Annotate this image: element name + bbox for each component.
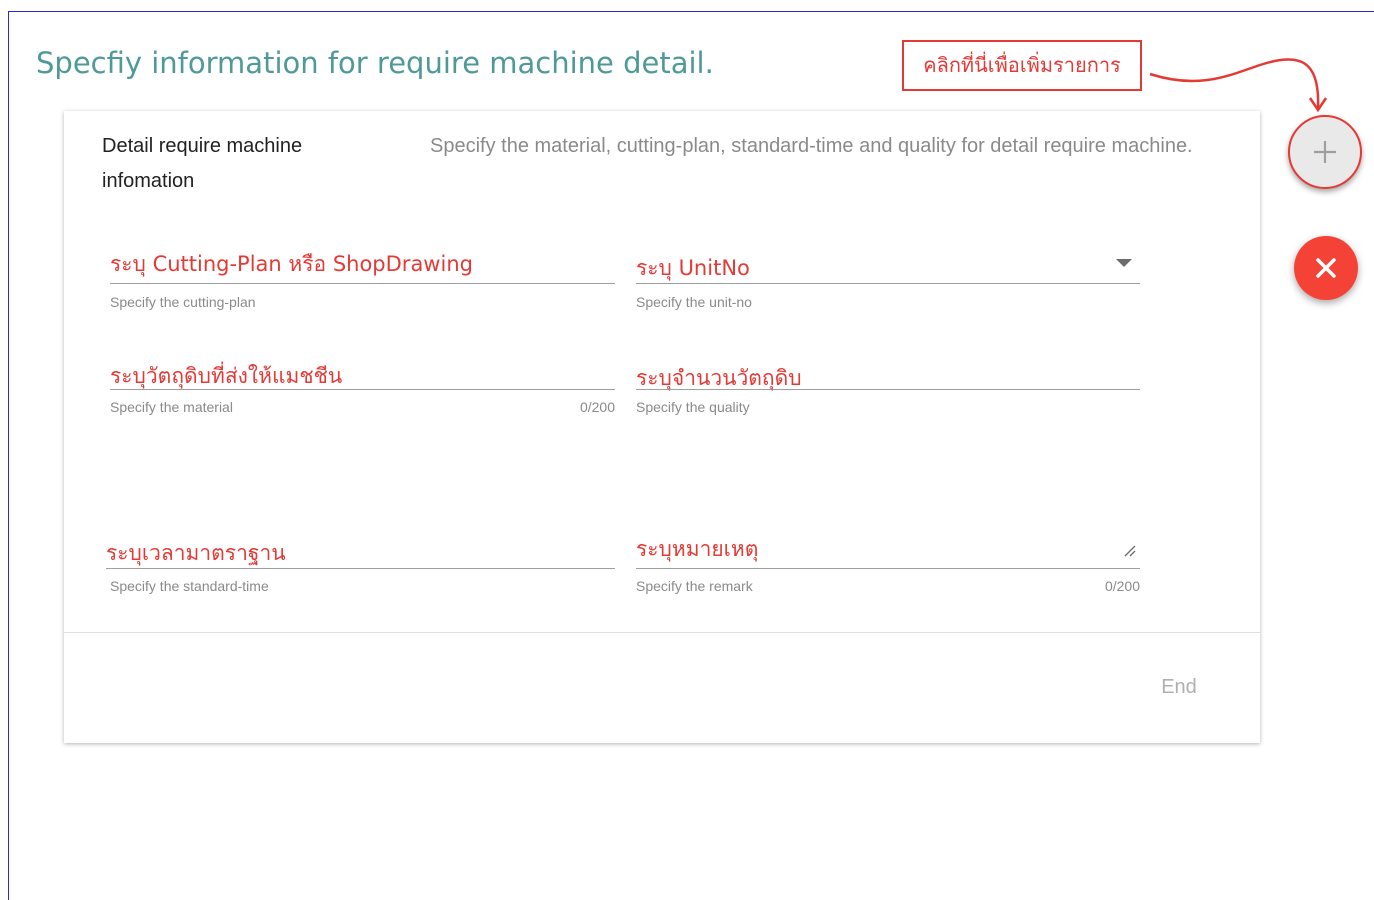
remark-textarea[interactable]: ระบุหมายเหตุ [636, 533, 758, 566]
remark-underline [636, 568, 1140, 569]
card-description: Specify the material, cutting-plan, stan… [430, 135, 1193, 157]
material-hint: Specify the material [110, 399, 233, 415]
standard-time-underline [106, 568, 615, 569]
quality-underline [636, 389, 1140, 390]
material-field[interactable]: ระบุวัตถุดิบที่ส่งให้แมชชีน Specify the … [110, 356, 615, 426]
card-heading: Detail require machine infomation [102, 135, 303, 192]
standard-time-field[interactable]: ระบุเวลามาตราฐาน Specify the standard-ti… [106, 531, 615, 601]
unit-no-hint: Specify the unit-no [636, 294, 752, 310]
material-char-counter: 0/200 [579, 399, 615, 415]
card-divider [64, 632, 1260, 633]
unit-no-underline [636, 283, 1140, 284]
end-button[interactable]: End [1144, 671, 1214, 703]
unit-no-field[interactable]: ระบุ UnitNo Specify the unit-no [636, 246, 1140, 316]
cutting-plan-hint: Specify the cutting-plan [110, 294, 256, 310]
add-item-button[interactable] [1288, 115, 1362, 189]
remark-hint: Specify the remark [636, 578, 753, 594]
cutting-plan-field[interactable]: ระบุ Cutting-Plan หรือ ShopDrawing Speci… [110, 246, 615, 316]
standard-time-input[interactable]: ระบุเวลามาตราฐาน [106, 537, 286, 570]
dropdown-arrow-icon[interactable] [1116, 259, 1132, 269]
annotation-callout: คลิกที่นี่เพื่อเพิ่มรายการ [902, 40, 1142, 91]
cutting-plan-underline [110, 283, 615, 284]
unit-no-select[interactable]: ระบุ UnitNo [636, 252, 750, 285]
resize-handle-icon[interactable] [1124, 545, 1136, 557]
close-icon [1316, 258, 1336, 278]
detail-card: Detail require machine infomation Specif… [64, 111, 1260, 743]
quality-hint: Specify the quality [636, 399, 750, 415]
page-title: Specfiy information for require machine … [36, 46, 714, 80]
remark-field[interactable]: ระบุหมายเหตุ Specify the remark 0/200 [636, 531, 1140, 601]
quality-input[interactable]: ระบุจำนวนวัตถุดิบ [636, 362, 802, 395]
remark-char-counter: 0/200 [1104, 578, 1140, 594]
plus-icon [1314, 141, 1336, 163]
standard-time-hint: Specify the standard-time [110, 578, 269, 594]
material-underline [110, 389, 615, 390]
cutting-plan-input[interactable]: ระบุ Cutting-Plan หรือ ShopDrawing [110, 248, 473, 281]
quality-field[interactable]: ระบุจำนวนวัตถุดิบ Specify the quality [636, 356, 1140, 426]
annotation-arrow [1149, 58, 1328, 113]
remove-item-button[interactable] [1294, 236, 1358, 300]
